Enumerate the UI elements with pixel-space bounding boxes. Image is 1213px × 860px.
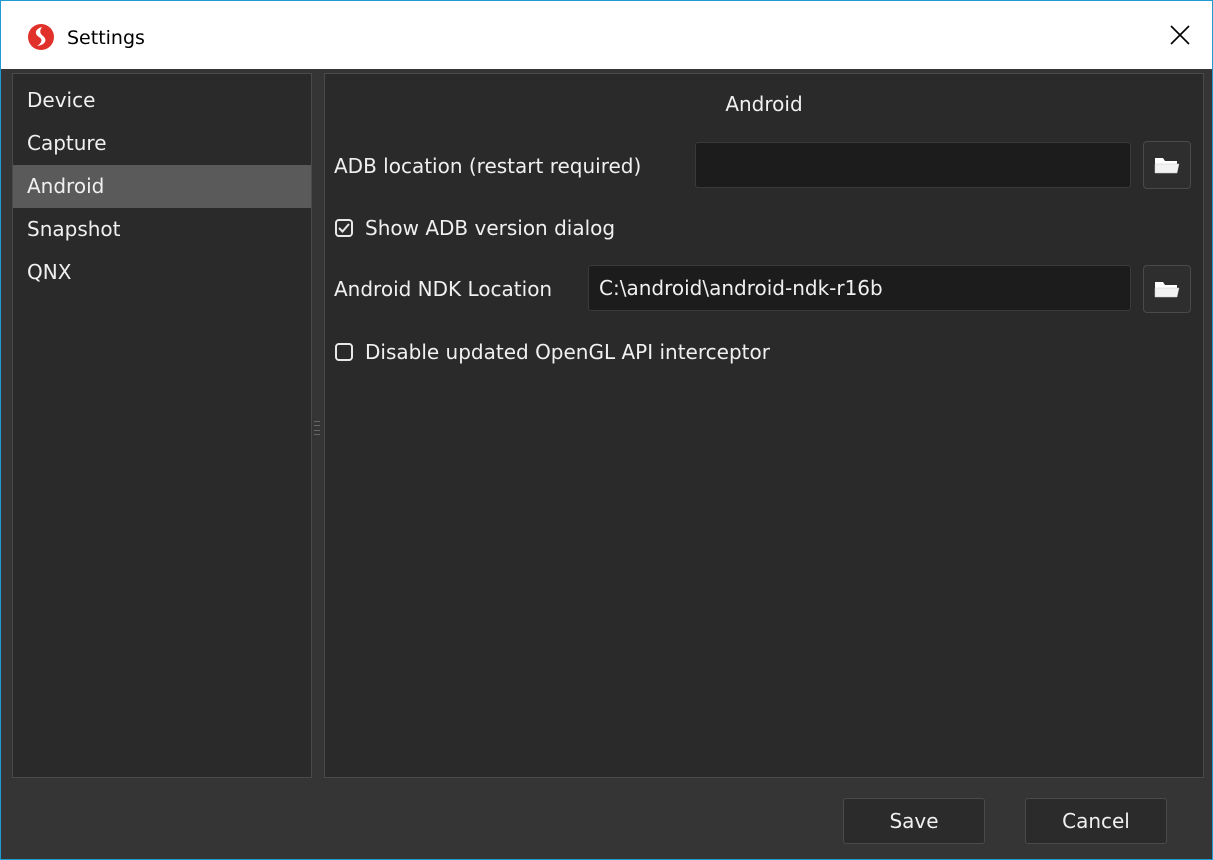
adb-location-label: ADB location (restart required) <box>334 154 642 178</box>
checkbox-unchecked-icon <box>335 343 353 361</box>
ndk-location-field[interactable]: C:\android\android-ndk-r16b <box>588 265 1131 311</box>
disable-opengl-interceptor-checkbox[interactable]: Disable updated OpenGL API interceptor <box>335 340 770 364</box>
sidebar-item-device[interactable]: Device <box>13 79 311 122</box>
sidebar-item-snapshot[interactable]: Snapshot <box>13 208 311 251</box>
title-bar: Settings <box>1 1 1212 69</box>
close-icon <box>1170 25 1190 45</box>
window-title: Settings <box>67 27 145 49</box>
folder-open-icon <box>1154 158 1180 174</box>
settings-category-list: Device Capture Android Snapshot QNX <box>12 73 312 778</box>
ndk-location-label: Android NDK Location <box>334 277 553 301</box>
disable-opengl-label: Disable updated OpenGL API interceptor <box>365 340 770 364</box>
cancel-button[interactable]: Cancel <box>1025 798 1167 844</box>
save-button[interactable]: Save <box>843 798 985 844</box>
snapdragon-logo-icon <box>28 24 54 50</box>
adb-location-field[interactable] <box>695 142 1131 188</box>
settings-window: Settings Device Capture Android Snapshot… <box>0 0 1213 860</box>
show-adb-version-label: Show ADB version dialog <box>365 216 616 240</box>
panel-title: Android <box>725 92 803 116</box>
splitter-handle[interactable] <box>314 421 320 435</box>
close-button[interactable] <box>1148 1 1212 69</box>
ndk-browse-button[interactable] <box>1143 265 1191 313</box>
show-adb-version-checkbox[interactable]: Show ADB version dialog <box>335 216 615 240</box>
adb-browse-button[interactable] <box>1143 141 1191 189</box>
android-settings-panel: Android ADB location (restart required) … <box>324 73 1204 778</box>
checkbox-checked-icon <box>335 219 353 237</box>
folder-open-icon <box>1154 282 1180 298</box>
sidebar-item-qnx[interactable]: QNX <box>13 251 311 294</box>
sidebar-item-android[interactable]: Android <box>13 165 311 208</box>
sidebar-item-capture[interactable]: Capture <box>13 122 311 165</box>
